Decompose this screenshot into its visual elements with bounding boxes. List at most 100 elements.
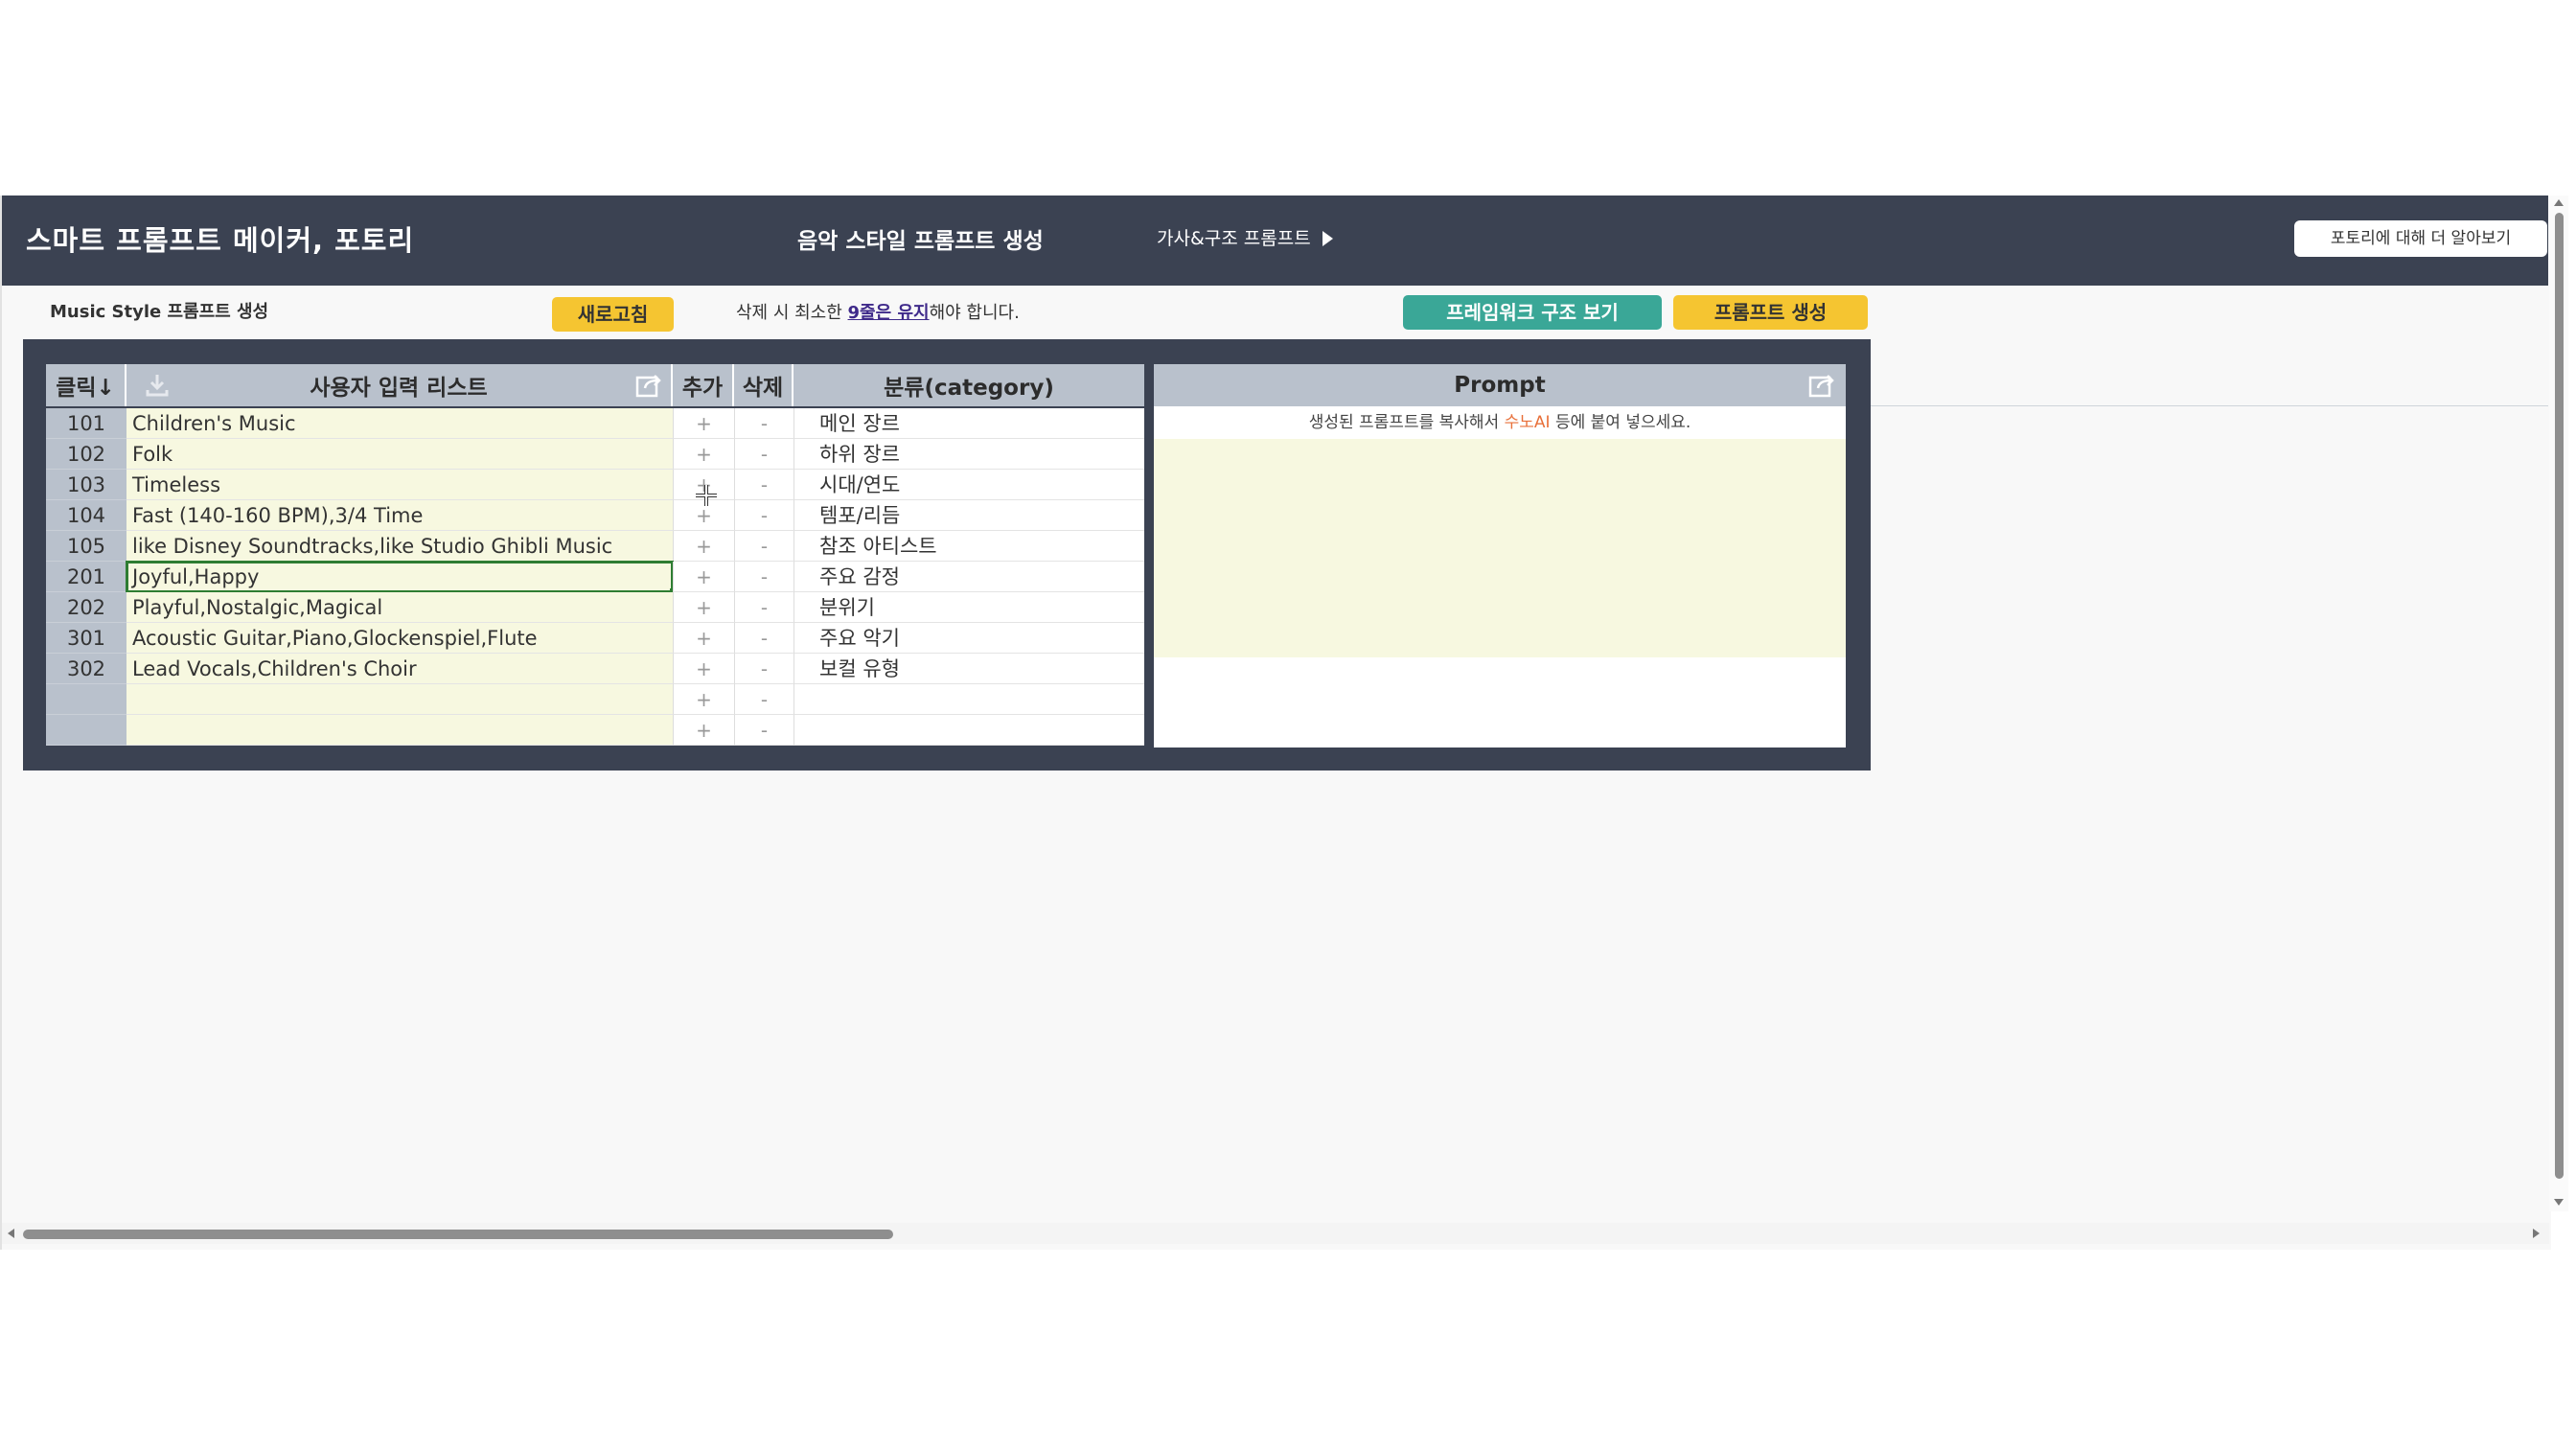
- header-add: 추가: [673, 364, 734, 406]
- prompt-panel: Prompt 생성된 프롬프트를 복사해서 수노AI 등에 붙여 넣으세요.: [1154, 364, 1846, 748]
- vertical-scroll-thumb[interactable]: [2555, 213, 2564, 1179]
- delete-row-button[interactable]: -: [734, 408, 794, 439]
- row-id-cell[interactable]: 101: [46, 408, 126, 439]
- table-row: 302 Lead Vocals,Children's Choir + - 보컬 유형: [46, 654, 1165, 684]
- add-row-button[interactable]: +: [673, 592, 734, 623]
- header-category: 분류(category): [794, 364, 1144, 406]
- user-input-cell[interactable]: Timeless: [126, 470, 673, 500]
- app-frame: 스마트 프롬프트 메이커, 포토리 음악 스타일 프롬프트 생성 가사&구조 프…: [0, 196, 2551, 1250]
- share-icon[interactable]: [1806, 370, 1838, 401]
- row-id-cell[interactable]: 301: [46, 623, 126, 654]
- prompt-hint-prefix: 생성된 프롬프트를 복사해서: [1308, 413, 1505, 432]
- delete-row-button[interactable]: -: [734, 500, 794, 531]
- share-icon[interactable]: [632, 370, 665, 401]
- refresh-button[interactable]: 새로고침: [552, 297, 674, 332]
- header-input-list: 사용자 입력 리스트: [126, 364, 673, 406]
- category-cell: [794, 715, 1144, 746]
- category-cell: 보컬 유형: [794, 654, 1144, 684]
- sheet-gridline: [1869, 405, 2548, 406]
- table-row: 102 Folk + - 하위 장르: [46, 439, 1165, 470]
- delete-row-button[interactable]: -: [734, 439, 794, 470]
- row-id-cell[interactable]: [46, 684, 126, 715]
- row-id-cell[interactable]: 104: [46, 500, 126, 531]
- category-cell: 시대/연도: [794, 470, 1144, 500]
- user-input-cell[interactable]: like Disney Soundtracks,like Studio Ghib…: [126, 531, 673, 562]
- user-input-cell[interactable]: Children's Music: [126, 408, 673, 439]
- delete-notice: 삭제 시 최소한 9줄은 유지해야 합니다.: [736, 299, 1020, 324]
- user-input-cell[interactable]: Folk: [126, 439, 673, 470]
- table-row: + -: [46, 684, 1165, 715]
- user-input-cell[interactable]: [126, 684, 673, 715]
- download-icon[interactable]: [142, 370, 172, 401]
- header-delete: 삭제: [734, 364, 794, 406]
- page-title: 음악 스타일 프롬프트 생성: [797, 229, 1044, 254]
- notice-highlight: 9줄은 유지: [847, 303, 930, 323]
- lyrics-structure-prompt-link[interactable]: 가사&구조 프롬프트: [1157, 224, 1333, 250]
- table-row: 101 Children's Music + - 메인 장르: [46, 408, 1165, 439]
- category-cell: 하위 장르: [794, 439, 1144, 470]
- category-cell: 분위기: [794, 592, 1144, 623]
- notice-prefix: 삭제 시 최소한: [736, 303, 848, 323]
- row-id-cell[interactable]: 102: [46, 439, 126, 470]
- add-row-button[interactable]: +: [673, 562, 734, 592]
- scroll-down-icon[interactable]: [2553, 1198, 2564, 1208]
- nav-link-label: 가사&구조 프롬프트: [1157, 228, 1311, 249]
- add-row-button[interactable]: +: [673, 623, 734, 654]
- category-cell: 주요 악기: [794, 623, 1144, 654]
- editor-panel: 클릭↓ 사용자 입력 리스트 추가 삭제 분류(category) 101 Chi…: [23, 339, 1871, 770]
- row-id-cell[interactable]: 105: [46, 531, 126, 562]
- view-framework-button[interactable]: 프레임워크 구조 보기: [1403, 295, 1662, 330]
- top-bar: 스마트 프롬프트 메이커, 포토리 음악 스타일 프롬프트 생성 가사&구조 프…: [2, 196, 2548, 286]
- generate-prompt-button[interactable]: 프롬프트 생성: [1673, 295, 1868, 330]
- app-title: 스마트 프롬프트 메이커, 포토리: [26, 224, 415, 257]
- table-row: + -: [46, 715, 1165, 746]
- row-id-cell[interactable]: 201: [46, 562, 126, 592]
- user-input-cell[interactable]: Playful,Nostalgic,Magical: [126, 592, 673, 623]
- prompt-output-area[interactable]: [1154, 439, 1846, 657]
- add-row-button[interactable]: +: [673, 408, 734, 439]
- category-cell: 참조 아티스트: [794, 531, 1144, 562]
- row-id-cell[interactable]: 302: [46, 654, 126, 684]
- cursor-icon: [696, 485, 717, 506]
- play-arrow-icon: [1322, 231, 1333, 246]
- add-row-button[interactable]: +: [673, 439, 734, 470]
- horizontal-scroll-thumb[interactable]: [23, 1230, 893, 1239]
- add-row-button[interactable]: +: [673, 715, 734, 746]
- delete-row-button[interactable]: -: [734, 654, 794, 684]
- header-input-list-label: 사용자 입력 리스트: [310, 376, 488, 401]
- category-cell: 주요 감정: [794, 562, 1144, 592]
- delete-row-button[interactable]: -: [734, 684, 794, 715]
- delete-row-button[interactable]: -: [734, 531, 794, 562]
- user-input-cell[interactable]: Fast (140-160 BPM),3/4 Time: [126, 500, 673, 531]
- prompt-hint-accent: 수노AI: [1504, 413, 1551, 432]
- table-row: 201 Joyful,Happy + - 주요 감정: [46, 561, 1165, 595]
- scroll-left-icon[interactable]: [6, 1228, 15, 1239]
- user-input-cell[interactable]: Joyful,Happy: [126, 561, 677, 595]
- prompt-hint: 생성된 프롬프트를 복사해서 수노AI 등에 붙여 넣으세요.: [1154, 408, 1846, 435]
- add-row-button[interactable]: +: [673, 531, 734, 562]
- horizontal-scrollbar[interactable]: [2, 1223, 2549, 1244]
- delete-row-button[interactable]: -: [734, 715, 794, 746]
- table-row: 105 like Disney Soundtracks,like Studio G…: [46, 531, 1165, 562]
- category-cell: 메인 장르: [794, 408, 1144, 439]
- row-id-cell[interactable]: 202: [46, 592, 126, 623]
- delete-row-button[interactable]: -: [734, 562, 794, 592]
- scroll-up-icon[interactable]: [2553, 197, 2564, 207]
- vertical-scrollbar[interactable]: [2549, 196, 2568, 1211]
- scroll-right-icon[interactable]: [2532, 1228, 2542, 1239]
- delete-row-button[interactable]: -: [734, 470, 794, 500]
- about-photori-button[interactable]: 포토리에 대해 더 알아보기: [2294, 220, 2547, 257]
- user-input-cell[interactable]: Lead Vocals,Children's Choir: [126, 654, 673, 684]
- header-click[interactable]: 클릭↓: [46, 364, 126, 406]
- user-input-cell[interactable]: Acoustic Guitar,Piano,Glockenspiel,Flute: [126, 623, 673, 654]
- row-id-cell[interactable]: [46, 715, 126, 746]
- delete-row-button[interactable]: -: [734, 592, 794, 623]
- user-input-cell[interactable]: [126, 715, 673, 746]
- add-row-button[interactable]: +: [673, 654, 734, 684]
- row-id-cell[interactable]: 103: [46, 470, 126, 500]
- section-subtitle: Music Style 프롬프트 생성: [50, 302, 269, 322]
- prompt-header: Prompt: [1154, 364, 1846, 406]
- table-row: 104 Fast (140-160 BPM),3/4 Time + - 템포/리듬: [46, 500, 1165, 531]
- delete-row-button[interactable]: -: [734, 623, 794, 654]
- add-row-button[interactable]: +: [673, 684, 734, 715]
